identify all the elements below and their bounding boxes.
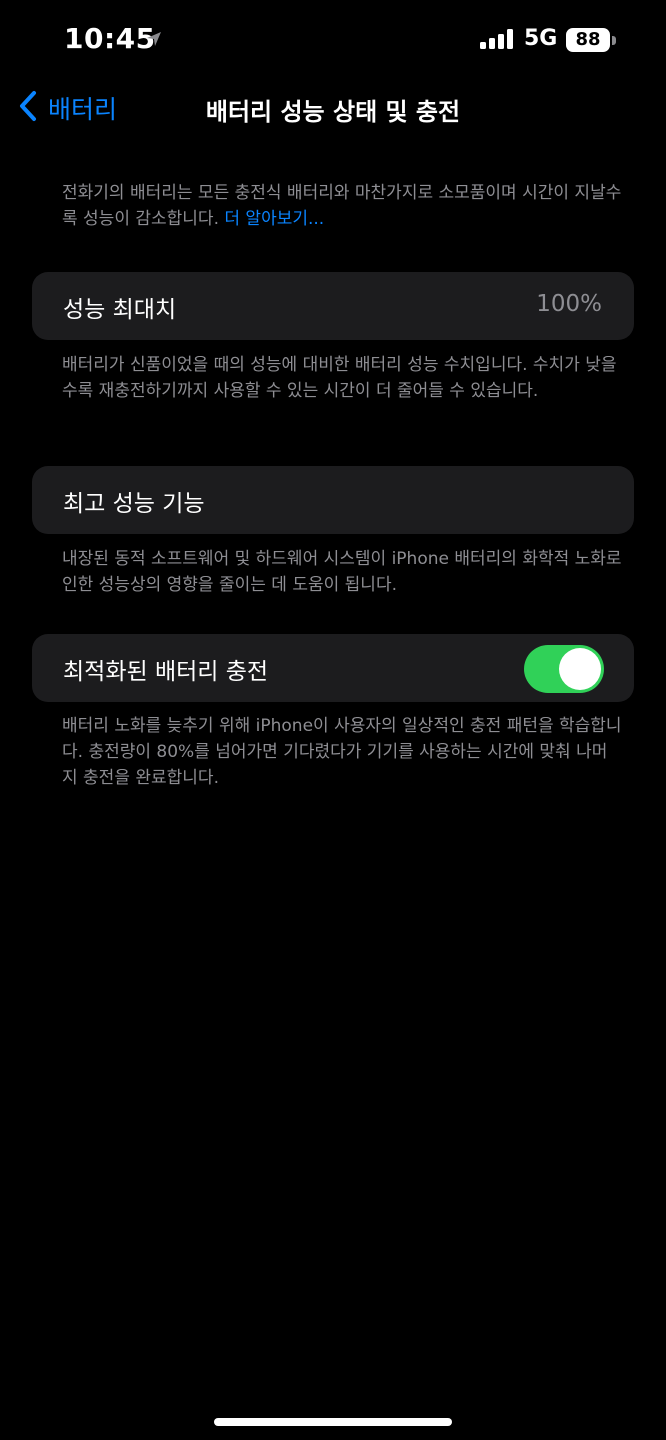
optimized-charging-toggle[interactable] <box>524 645 604 693</box>
maximum-capacity-description: 배터리가 신품이었을 때의 성능에 대비한 배터리 성능 수치입니다. 수치가 … <box>62 355 617 401</box>
toggle-knob <box>559 648 601 690</box>
battery-level: 88 <box>566 28 610 52</box>
optimized-charging-label: 최적화된 배터리 충전 <box>63 659 269 685</box>
location-arrow-icon <box>145 30 163 52</box>
page-title: 배터리 성능 상태 및 충전 <box>205 98 461 126</box>
peak-performance-label: 최고 성능 기능 <box>63 491 205 517</box>
status-bar: 10:45 5G 88 <box>0 0 666 80</box>
intro-text: 전화기의 배터리는 모든 충전식 배터리와 마찬가지로 소모품이며 시간이 지날… <box>62 183 622 229</box>
maximum-capacity-value: 100% <box>536 291 602 317</box>
optimized-charging-description: 배터리 노화를 늦추기 위해 iPhone이 사용자의 일상적인 충전 패턴을 … <box>62 716 622 788</box>
home-indicator[interactable] <box>214 1418 452 1426</box>
peak-performance-row[interactable]: 최고 성능 기능 <box>32 466 634 534</box>
navigation-bar: 배터리 배터리 성능 상태 및 충전 <box>0 80 666 140</box>
cellular-signal-icon <box>480 29 514 53</box>
intro-text-block: 전화기의 배터리는 모든 충전식 배터리와 마찬가지로 소모품이며 시간이 지날… <box>62 180 622 232</box>
battery-cap <box>612 36 616 45</box>
maximum-capacity-row: 성능 최대치 100% <box>32 272 634 340</box>
network-type: 5G <box>524 26 558 51</box>
battery-icon: 88 <box>566 28 616 52</box>
optimized-charging-row: 최적화된 배터리 충전 <box>32 634 634 702</box>
maximum-capacity-label: 성능 최대치 <box>63 297 177 323</box>
status-time: 10:45 <box>64 22 156 55</box>
learn-more-link[interactable]: 더 알아보기... <box>224 209 324 229</box>
peak-performance-description: 내장된 동적 소프트웨어 및 하드웨어 시스템이 iPhone 배터리의 화학적… <box>62 549 622 595</box>
